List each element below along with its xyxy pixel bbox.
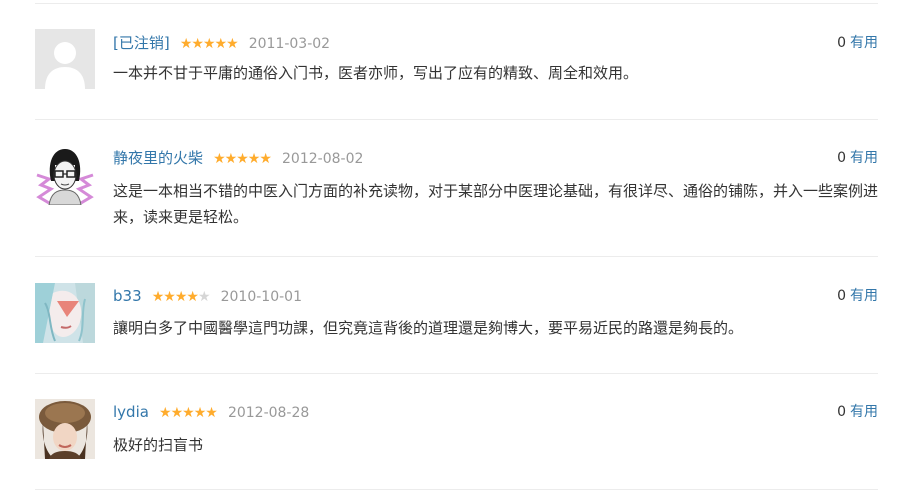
review-date: 2011-03-02 bbox=[248, 36, 331, 52]
review-date: 2012-08-02 bbox=[282, 151, 364, 167]
divider bbox=[35, 119, 878, 120]
username-link[interactable]: [已注销] bbox=[113, 34, 170, 52]
useful-vote: 0 有用 bbox=[837, 402, 878, 422]
default-user-avatar bbox=[35, 29, 95, 89]
star-icon: ★ bbox=[174, 289, 188, 305]
sketch-girl-avatar bbox=[35, 145, 95, 205]
review-date: 2010-10-01 bbox=[220, 289, 302, 305]
useful-button[interactable]: 有用 bbox=[850, 150, 878, 166]
star-icon: ★ bbox=[224, 151, 238, 167]
star-icon: ★ bbox=[226, 36, 239, 52]
star-icon: ★ bbox=[191, 36, 204, 52]
divider bbox=[35, 3, 878, 4]
star-icon: ★ bbox=[259, 151, 272, 167]
star-icon: ★ bbox=[151, 289, 165, 305]
avatar[interactable] bbox=[35, 145, 95, 205]
useful-count: 0 bbox=[837, 288, 846, 304]
star-icon: ★ bbox=[179, 36, 193, 52]
star-icon: ★ bbox=[159, 405, 172, 421]
useful-button[interactable]: 有用 bbox=[850, 35, 878, 51]
star-icon: ★ bbox=[205, 405, 218, 421]
divider bbox=[35, 489, 878, 490]
username-link[interactable]: lydia bbox=[113, 403, 149, 421]
star-icon: ★ bbox=[202, 36, 216, 52]
avatar[interactable] bbox=[35, 29, 95, 89]
divider bbox=[35, 373, 878, 374]
star-icon: ★ bbox=[213, 151, 226, 167]
fur-hat-photo-avatar bbox=[35, 399, 95, 459]
rating-stars: ★★★★★ bbox=[151, 286, 211, 307]
useful-count: 0 bbox=[837, 150, 846, 166]
useful-count: 0 bbox=[837, 404, 846, 420]
star-icon: ★ bbox=[197, 289, 211, 305]
rating-stars: ★★★★★ bbox=[159, 402, 218, 423]
painted-face-avatar bbox=[35, 283, 95, 343]
useful-button[interactable]: 有用 bbox=[850, 404, 878, 420]
useful-button[interactable]: 有用 bbox=[850, 288, 878, 304]
review-text: 讓明白多了中國醫學這門功課，但究竟這背後的道理還是夠博大，要平易近民的路還是夠長… bbox=[113, 319, 744, 337]
review-text: 极好的扫盲书 bbox=[113, 436, 204, 454]
star-icon: ★ bbox=[163, 289, 176, 305]
star-icon: ★ bbox=[186, 289, 199, 305]
star-icon: ★ bbox=[193, 405, 207, 421]
useful-vote: 0 有用 bbox=[837, 33, 878, 53]
username-link[interactable]: b33 bbox=[113, 287, 142, 305]
rating-stars: ★★★★★ bbox=[179, 33, 239, 54]
review-text: 一本并不甘于平庸的通俗入门书，医者亦师，写出了应有的精致、周全和效用。 bbox=[113, 64, 639, 82]
star-icon: ★ bbox=[170, 405, 184, 421]
star-icon: ★ bbox=[247, 151, 261, 167]
divider bbox=[35, 256, 878, 257]
star-icon: ★ bbox=[214, 36, 228, 52]
useful-vote: 0 有用 bbox=[837, 148, 878, 168]
review-date: 2012-08-28 bbox=[227, 405, 310, 421]
star-icon: ★ bbox=[236, 151, 249, 167]
useful-vote: 0 有用 bbox=[837, 286, 878, 306]
avatar[interactable] bbox=[35, 399, 95, 459]
username-link[interactable]: 静夜里的火柴 bbox=[113, 149, 203, 167]
rating-stars: ★★★★★ bbox=[213, 148, 272, 169]
avatar[interactable] bbox=[35, 283, 95, 343]
star-icon: ★ bbox=[182, 405, 195, 421]
useful-count: 0 bbox=[837, 35, 846, 51]
review-text: 这是一本相当不错的中医入门方面的补充读物，对于某部分中医理论基础，有很详尽、通俗… bbox=[113, 182, 879, 226]
